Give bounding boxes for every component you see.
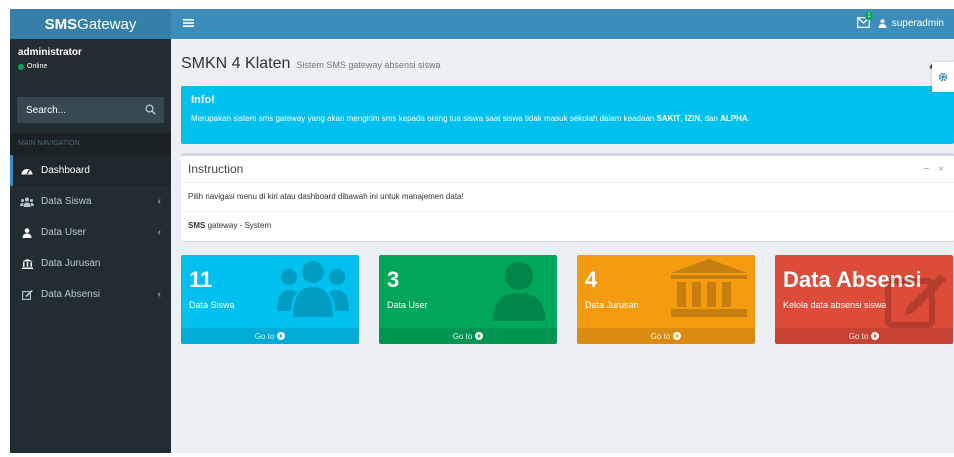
sidebar-item-data-absensi[interactable]: Data Absensi ‹ — [10, 279, 171, 310]
sidebar-search — [17, 97, 164, 123]
user-icon — [878, 19, 887, 28]
search-icon[interactable] — [145, 104, 156, 115]
instruction-header: Instruction − × — [181, 156, 954, 183]
arrow-circle-right-icon — [277, 332, 286, 340]
user-menu[interactable]: superadmin — [878, 18, 944, 29]
tile-label: Data User — [387, 300, 428, 310]
collapse-icon[interactable]: − — [923, 164, 929, 175]
app-logo[interactable]: SMS Gateway — [10, 9, 171, 39]
arrow-circle-right-icon — [673, 332, 682, 340]
main-content: SMKN 4 Klaten Sistem SMS gateway absensi… — [171, 39, 954, 453]
tile-number: 3 — [387, 267, 400, 292]
tile-go-link[interactable]: Go to — [181, 328, 359, 344]
bank-icon — [671, 259, 747, 317]
search-input[interactable] — [17, 97, 164, 123]
tile-data-user: 3 Data User Go to — [379, 255, 557, 344]
sidebar-user-name: administrator — [18, 47, 82, 58]
users-icon — [277, 261, 349, 317]
tile-go-link[interactable]: Go to — [775, 328, 953, 344]
page-subtitle: Sistem SMS gateway absensi siswa — [296, 60, 441, 70]
user-icon — [493, 262, 545, 321]
instruction-box: Instruction − × Pilih navigasi menu di k… — [181, 153, 954, 241]
info-title: Info! — [191, 94, 215, 106]
instruction-body: Pilih navigasi menu di kiri atau dashboa… — [181, 183, 954, 212]
sidebar-item-data-jurusan[interactable]: Data Jurusan — [10, 248, 171, 279]
sidebar-item-data-user[interactable]: Data User ‹ — [10, 217, 171, 248]
edit-icon — [20, 289, 34, 300]
chevron-left-icon: ‹ — [157, 227, 161, 238]
tile-data-jurusan: 4 Data Jurusan Go to — [577, 255, 755, 344]
info-callout: Info! Merupakan sistem sms gateway yang … — [181, 86, 954, 144]
user-name: superadmin — [891, 18, 944, 29]
bank-icon — [20, 258, 34, 269]
sidebar-item-label: Dashboard — [41, 165, 90, 176]
instruction-footer: SMS gateway - System — [188, 221, 272, 230]
sidebar-item-data-siswa[interactable]: Data Siswa ‹ — [10, 186, 171, 217]
page-title: SMKN 4 Klaten Sistem SMS gateway absensi… — [181, 55, 440, 73]
user-status: Online — [18, 63, 171, 70]
tile-label: Data Siswa — [189, 300, 235, 310]
edit-icon — [885, 274, 946, 328]
chevron-left-icon: ‹ — [157, 289, 161, 300]
page-title-text: SMKN 4 Klaten — [181, 55, 291, 72]
instruction-title: Instruction — [188, 162, 244, 176]
sidebar-item-dashboard[interactable]: Dashboard — [10, 155, 171, 186]
tile-label: Data Jurusan — [585, 300, 639, 310]
sidebar: administrator Online MAIN NAVIGATION Das… — [10, 39, 171, 453]
logo-bold: SMS — [44, 15, 78, 33]
tile-label: Kelola data absensi siswa — [783, 300, 887, 310]
dashboard-icon — [20, 165, 34, 176]
online-dot-icon — [18, 63, 24, 70]
bars-icon — [183, 19, 194, 27]
nav-header: MAIN NAVIGATION — [10, 133, 171, 155]
tile-number: 4 — [585, 267, 598, 292]
sidebar-item-label: Data User — [41, 227, 87, 238]
tile-number: 11 — [189, 267, 213, 292]
tile-data-absensi: Data Absensi Kelola data absensi siswa G… — [775, 255, 953, 344]
sidebar-item-label: Data Absensi — [41, 289, 100, 300]
notification-badge: 1 — [865, 12, 873, 20]
tile-data-siswa: 11 Data Siswa Go to — [181, 255, 359, 344]
arrow-circle-right-icon — [871, 332, 880, 340]
tile-go-link[interactable]: Go to — [379, 328, 557, 344]
box-tools: − × — [923, 164, 944, 175]
arrow-circle-right-icon — [475, 332, 484, 340]
users-icon — [20, 196, 34, 207]
app-frame: SMS Gateway 1 superadmin administrator On… — [10, 9, 954, 453]
user-panel: administrator Online — [10, 39, 171, 87]
user-status-label: Online — [27, 63, 48, 70]
info-text: Merupakan sistem sms gateway yang akan m… — [191, 114, 750, 123]
tile-go-link[interactable]: Go to — [577, 328, 755, 344]
chevron-left-icon: ‹ — [157, 196, 161, 207]
sidebar-item-label: Data Siswa — [41, 196, 92, 207]
logo-rest: Gateway — [77, 15, 137, 33]
gear-icon — [938, 72, 948, 82]
top-navbar: 1 superadmin — [171, 9, 954, 39]
sidebar-item-label: Data Jurusan — [41, 258, 101, 269]
user-icon — [20, 227, 34, 238]
sidebar-toggle-button[interactable] — [183, 16, 194, 31]
close-icon[interactable]: × — [938, 164, 944, 175]
settings-gear-button[interactable] — [932, 62, 954, 92]
